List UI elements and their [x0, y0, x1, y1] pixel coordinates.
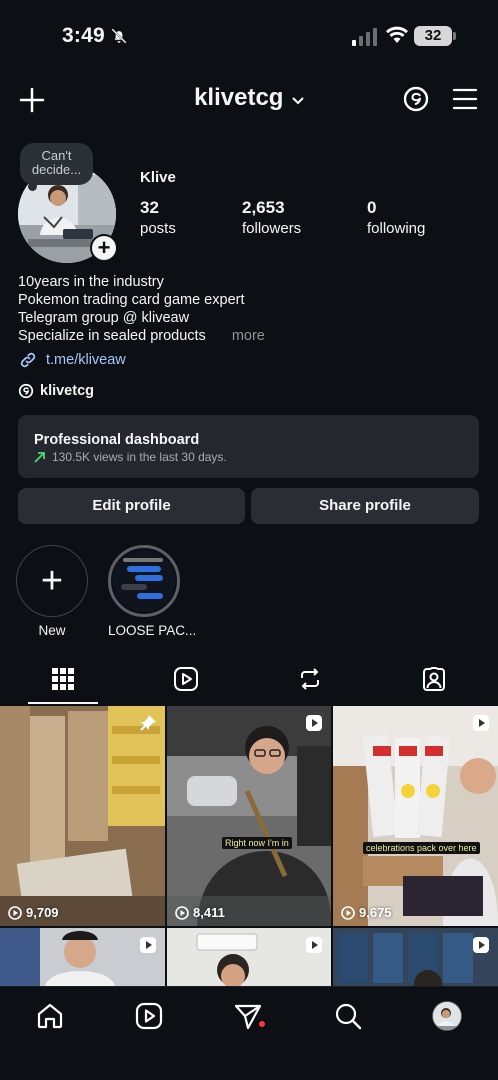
view-count: 9,709: [8, 905, 59, 920]
reposts-tab-icon[interactable]: [297, 666, 323, 692]
grid-post[interactable]: [0, 928, 165, 986]
reel-icon: [473, 715, 489, 731]
post-thumbnail: [0, 706, 165, 926]
grid-post[interactable]: 9,709: [0, 706, 165, 926]
following-count: 0: [367, 198, 377, 217]
reels-nav-icon[interactable]: [134, 1001, 164, 1031]
bio-line: Pokemon trading card game expert: [18, 292, 245, 308]
highlight-loose-packs[interactable]: LOOSE PAC...: [108, 545, 197, 638]
plus-icon: +: [92, 236, 116, 260]
followers-count: 2,653: [242, 198, 285, 217]
notification-dot: [259, 1021, 265, 1027]
wifi-icon: [386, 26, 408, 43]
post-thumbnail: [167, 706, 331, 926]
posts-label: posts: [140, 220, 176, 237]
chevron-down-icon: [292, 97, 304, 105]
bio-more-link[interactable]: more: [232, 328, 265, 344]
note-bubble-tail: [28, 182, 37, 191]
highlight-label: New: [38, 623, 66, 638]
link-icon: [20, 352, 36, 368]
note-bubble[interactable]: Can't decide...: [20, 143, 93, 185]
dashboard-subtitle: 130.5K views in the last 30 days.: [52, 450, 227, 464]
profile-link[interactable]: t.me/kliveaw: [18, 350, 126, 370]
plus-icon: +: [40, 560, 64, 602]
threads-badge[interactable]: klivetcg: [18, 383, 94, 399]
professional-dashboard[interactable]: Professional dashboard 130.5K views in t…: [18, 415, 479, 478]
highlight-label: LOOSE PAC...: [108, 623, 197, 638]
bio-line-text: Specialize in sealed products: [18, 328, 206, 344]
grid-post[interactable]: [333, 928, 498, 986]
battery-indicator: 32: [414, 26, 452, 46]
bio-line: 10years in the industry: [18, 274, 164, 290]
grid-post[interactable]: Right now I'm in 8,411: [167, 706, 331, 926]
username: klivetcg: [194, 84, 284, 111]
posts-stat[interactable]: 32 posts: [140, 198, 176, 237]
profile-header: klivetcg: [0, 78, 498, 122]
post-caption-overlay: celebrations pack over here: [363, 842, 480, 854]
reel-icon: [306, 937, 322, 953]
share-profile-button[interactable]: Share profile: [251, 488, 479, 524]
status-bar: 3:49 32: [0, 0, 498, 74]
play-outline-icon: [341, 905, 355, 920]
highlight-ring: [108, 545, 180, 617]
reel-icon: [473, 937, 489, 953]
view-count-value: 9,675: [359, 905, 392, 920]
highlight-ring: +: [16, 545, 88, 617]
grid-tab-icon[interactable]: [50, 666, 76, 692]
add-story-button[interactable]: +: [90, 234, 118, 262]
post-thumbnail: [333, 706, 498, 926]
reel-icon: [306, 715, 322, 731]
reel-icon: [140, 937, 156, 953]
highlight-new[interactable]: + New: [16, 545, 88, 638]
search-icon[interactable]: [333, 1001, 363, 1031]
profile-link-text: t.me/kliveaw: [46, 352, 126, 368]
reels-tab-icon[interactable]: [173, 666, 199, 692]
post-caption-overlay: Right now I'm in: [222, 837, 292, 849]
dashboard-title: Professional dashboard: [34, 432, 200, 448]
signal-icon: [352, 28, 377, 46]
status-time: 3:49: [62, 24, 105, 47]
bottom-navigation: [0, 986, 498, 1080]
followers-stat[interactable]: 2,653 followers: [242, 198, 301, 237]
active-tab-indicator: [28, 702, 98, 704]
bio-line: Specialize in sealed products more: [18, 327, 265, 345]
tagged-tab-icon[interactable]: [421, 666, 447, 692]
following-stat[interactable]: 0 following: [367, 198, 425, 237]
profile-tabs: [0, 660, 498, 704]
bio-line: Telegram group @ kliveaw: [18, 310, 190, 326]
pin-icon: [140, 715, 156, 731]
play-outline-icon: [8, 905, 22, 920]
followers-label: followers: [242, 220, 302, 237]
posts-count: 32: [140, 198, 159, 217]
edit-profile-button[interactable]: Edit profile: [18, 488, 245, 524]
grid-post[interactable]: [167, 928, 331, 986]
threads-icon: [18, 383, 34, 399]
highlight-thumbnail: [113, 550, 175, 612]
threads-handle: klivetcg: [40, 383, 94, 399]
dashboard-subtitle-row: 130.5K views in the last 30 days.: [34, 450, 479, 464]
bell-muted-icon: [111, 28, 127, 44]
threads-icon[interactable]: [402, 85, 430, 113]
grid-post[interactable]: celebrations pack over here 9,675: [333, 706, 498, 926]
hamburger-menu-icon[interactable]: [452, 87, 478, 111]
home-icon[interactable]: [35, 1001, 65, 1031]
view-count-value: 9,709: [26, 905, 59, 920]
trend-up-icon: [34, 452, 45, 463]
direct-messages-icon[interactable]: [233, 1001, 263, 1031]
play-outline-icon: [175, 905, 189, 920]
battery-tip: [453, 32, 456, 40]
view-count-value: 8,411: [193, 905, 225, 920]
view-count: 8,411: [175, 905, 225, 920]
display-name: Klive: [140, 169, 176, 186]
profile-nav-avatar[interactable]: [432, 1001, 462, 1031]
bio: 10years in the industry Pokemon trading …: [18, 273, 265, 345]
view-count: 9,675: [341, 905, 392, 920]
following-label: following: [367, 220, 426, 237]
